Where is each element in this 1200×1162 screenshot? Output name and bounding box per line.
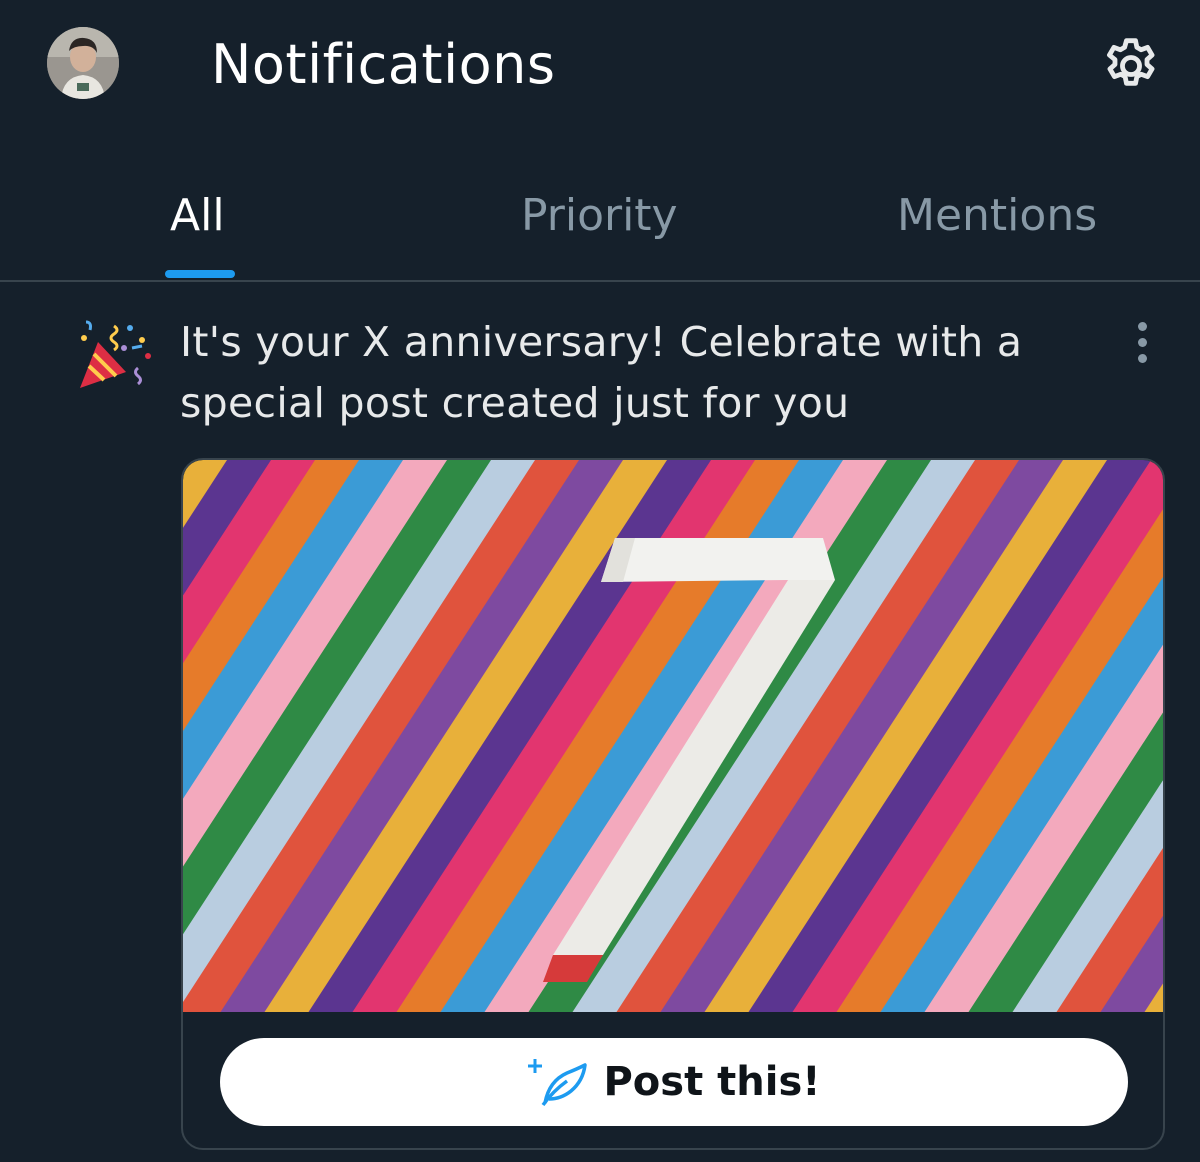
active-tab-indicator — [165, 270, 235, 278]
anniversary-image-graphic — [183, 460, 1163, 1012]
tab-priority[interactable]: Priority — [521, 188, 678, 244]
notification-text: It's your X anniversary! Celebrate with … — [180, 318, 1023, 427]
tab-mentions[interactable]: Mentions — [897, 188, 1097, 244]
tab-all[interactable]: All — [170, 188, 225, 244]
anniversary-card: Post this! — [181, 458, 1165, 1150]
header: Notifications — [0, 0, 1200, 140]
settings-button[interactable] — [1095, 30, 1167, 102]
page-title: Notifications — [211, 33, 556, 96]
user-avatar — [47, 27, 119, 99]
compose-sparkle-icon — [528, 1059, 588, 1107]
tab-bar: All Priority Mentions — [0, 140, 1200, 282]
notification-item[interactable]: It's your X anniversary! Celebrate with … — [0, 282, 1200, 1162]
avatar[interactable] — [47, 27, 119, 99]
more-options-button[interactable] — [1118, 318, 1166, 366]
more-vertical-icon — [1137, 321, 1147, 331]
post-this-label: Post this! — [603, 1059, 821, 1105]
post-this-button[interactable]: Post this! — [220, 1038, 1128, 1126]
party-popper-icon — [78, 318, 158, 390]
anniversary-image[interactable] — [183, 460, 1163, 1012]
gear-icon — [1107, 38, 1155, 86]
